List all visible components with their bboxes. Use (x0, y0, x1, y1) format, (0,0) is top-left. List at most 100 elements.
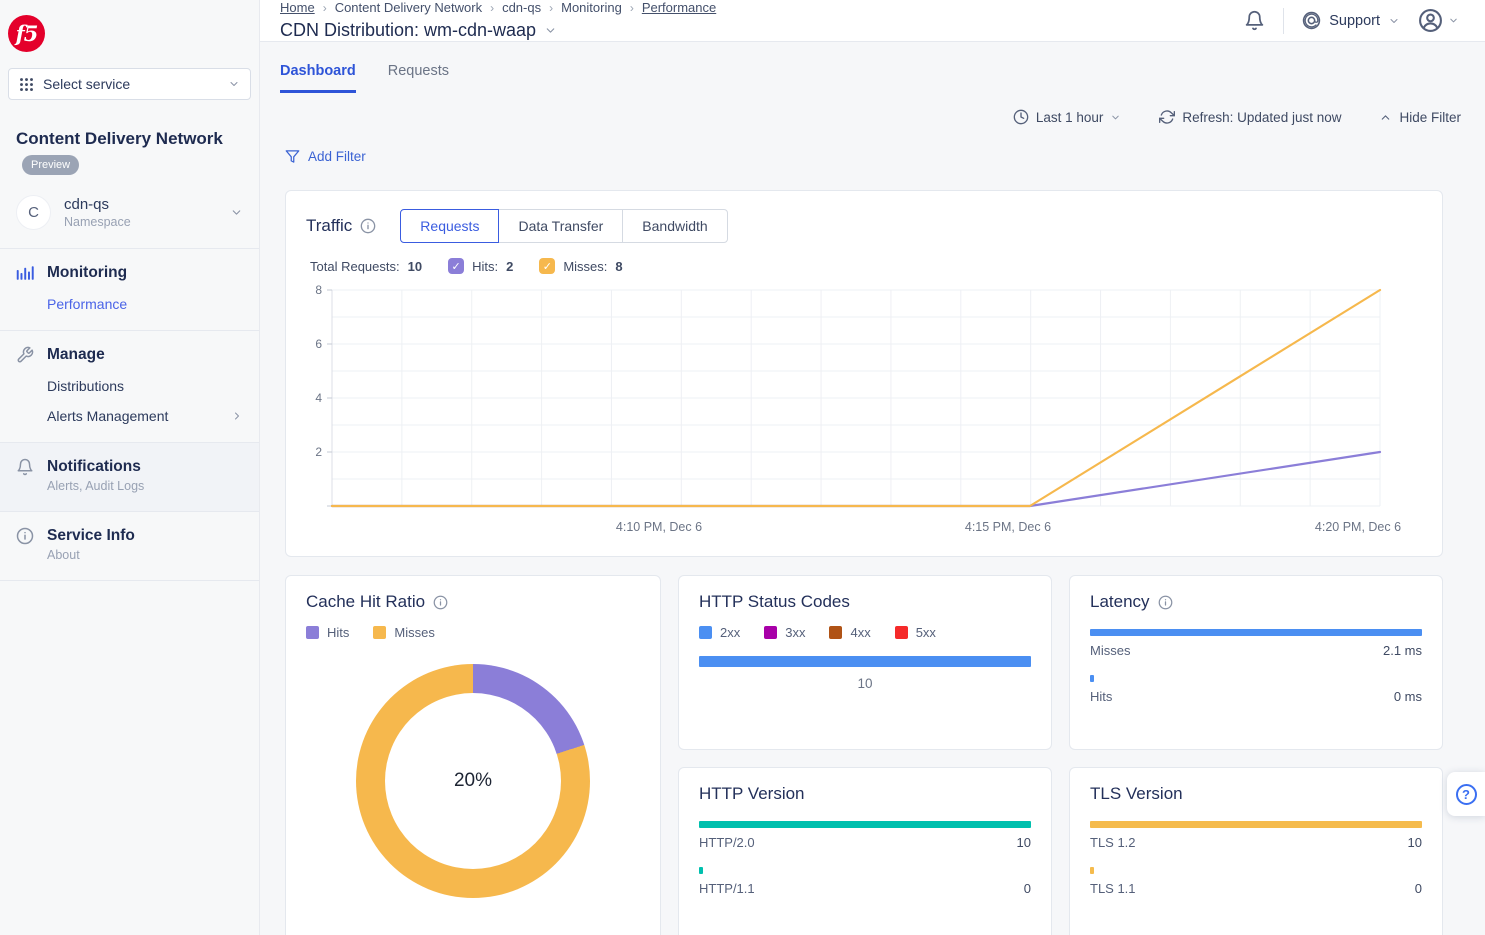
2xx-swatch (699, 626, 712, 639)
refresh-label: Refresh: Updated just now (1182, 110, 1341, 125)
latency-panel: Latency Misses2.1 ms Hits0 ms (1069, 575, 1443, 750)
info-icon[interactable] (433, 595, 448, 610)
legend-misses: Misses (373, 625, 434, 640)
status-2xx-bar (699, 656, 1031, 667)
http-version-title: HTTP Version (699, 784, 1031, 804)
sidebar-item-performance[interactable]: Performance (47, 296, 243, 312)
traffic-mode-requests[interactable]: Requests (400, 209, 499, 243)
sidebar-item-manage[interactable]: Manage (47, 346, 105, 364)
tls-version-title: TLS Version (1090, 784, 1422, 804)
namespace-type: Namespace (64, 215, 131, 229)
hits-checkbox[interactable]: ✓ (448, 258, 464, 274)
tab-dashboard[interactable]: Dashboard (280, 63, 356, 93)
sidebar-item-service-info[interactable]: Service Info (47, 527, 135, 545)
hide-filter-label: Hide Filter (1399, 110, 1461, 125)
http-status-codes-panel: HTTP Status Codes 2xx 3xx 4xx 5xx 10 (678, 575, 1052, 750)
http-status-codes-title: HTTP Status Codes (699, 592, 1031, 612)
cache-hit-percent: 20% (356, 664, 590, 898)
user-avatar-menu[interactable] (1418, 8, 1459, 33)
traffic-title: Traffic (306, 216, 352, 236)
svg-text:6: 6 (315, 337, 322, 351)
misses-checkbox[interactable]: ✓ (539, 258, 555, 274)
bar-chart-icon (16, 264, 34, 282)
sidebar-item-distributions[interactable]: Distributions (47, 378, 243, 394)
sidebar-item-alerts-management[interactable]: Alerts Management (47, 408, 243, 424)
info-icon[interactable] (1158, 595, 1173, 610)
namespace-selector[interactable]: C cdn-qs Namespace (0, 183, 259, 248)
latency-hits-row: Hits0 ms (1090, 675, 1422, 704)
support-menu[interactable]: Support (1302, 11, 1400, 30)
breadcrumb-monitoring[interactable]: Monitoring (561, 0, 622, 15)
bell-icon (16, 458, 34, 476)
hits-swatch (306, 626, 319, 639)
breadcrumb-separator: › (549, 1, 553, 15)
breadcrumb-separator: › (323, 1, 327, 15)
page-tabs: Dashboard Requests (260, 42, 1485, 93)
tls12-bar (1090, 821, 1422, 828)
f5-logo: f5 (8, 15, 45, 52)
hits-toggle: ✓ Hits:2 (448, 258, 513, 274)
info-icon[interactable] (360, 218, 376, 234)
breadcrumb-namespace[interactable]: cdn-qs (502, 0, 541, 15)
breadcrumb-performance[interactable]: Performance (642, 0, 716, 15)
preview-badge: Preview (22, 155, 79, 176)
time-range-select[interactable]: Last 1 hour (1013, 109, 1122, 125)
sidebar-section-manage: Manage Distributions Alerts Management (0, 330, 259, 442)
help-button[interactable]: ? (1447, 772, 1485, 816)
4xx-swatch (829, 626, 842, 639)
sidebar: f5 Select service Content Delivery Netwo… (0, 0, 260, 935)
traffic-mode-bandwidth[interactable]: Bandwidth (622, 209, 727, 243)
misses-swatch (373, 626, 386, 639)
misses-toggle: ✓ Misses:8 (539, 258, 622, 274)
traffic-mode-data-transfer[interactable]: Data Transfer (498, 209, 623, 243)
chevron-down-icon (228, 78, 240, 90)
svg-text:4:20 PM, Dec 6: 4:20 PM, Dec 6 (1315, 520, 1401, 534)
svg-text:4:10 PM, Dec 6: 4:10 PM, Dec 6 (616, 520, 702, 534)
http2-row: HTTP/2.010 (699, 821, 1031, 850)
namespace-name: cdn-qs (64, 196, 131, 213)
tls12-row: TLS 1.210 (1090, 821, 1422, 850)
sidebar-section-notifications[interactable]: Notifications Alerts, Audit Logs (0, 442, 259, 511)
refresh-button[interactable]: Refresh: Updated just now (1159, 109, 1341, 125)
sidebar-section-monitoring: Monitoring Performance (0, 248, 259, 330)
sidebar-item-monitoring[interactable]: Monitoring (47, 264, 127, 282)
total-requests-stat: Total Requests:10 (310, 259, 422, 274)
latency-hits-bar (1090, 675, 1094, 682)
main-area: Home › Content Delivery Network › cdn-qs… (260, 0, 1485, 935)
page-title: CDN Distribution: wm-cdn-waap (280, 20, 536, 41)
svg-text:4:15 PM, Dec 6: 4:15 PM, Dec 6 (965, 520, 1051, 534)
chevron-down-icon (230, 206, 243, 219)
legend-hits: Hits (306, 625, 349, 640)
breadcrumb-separator: › (630, 1, 634, 15)
latency-title: Latency (1090, 592, 1150, 612)
breadcrumb-cdn[interactable]: Content Delivery Network (335, 0, 482, 15)
legend-2xx: 2xx (699, 625, 740, 640)
info-icon (16, 527, 34, 545)
traffic-panel: Traffic Requests Data Transfer Bandwidth… (285, 190, 1443, 557)
chevron-right-icon (231, 410, 243, 422)
svg-text:2: 2 (315, 445, 322, 459)
hide-filter-button[interactable]: Hide Filter (1379, 110, 1461, 125)
apps-grid-icon (19, 77, 34, 92)
svg-text:4: 4 (315, 391, 322, 405)
add-filter-button[interactable]: Add Filter (285, 149, 366, 164)
select-service-dropdown[interactable]: Select service (8, 68, 251, 100)
breadcrumb-separator: › (490, 1, 494, 15)
traffic-line-chart: 2 4 6 8 4:10 PM, Dec 6 4:15 PM, Dec 6 4:20 PM,… (306, 280, 1422, 538)
header-divider (1283, 8, 1284, 34)
3xx-swatch (764, 626, 777, 639)
http2-bar (699, 821, 1031, 828)
chevron-down-icon[interactable] (544, 24, 557, 37)
tab-requests[interactable]: Requests (388, 63, 449, 93)
cache-hit-ratio-title: Cache Hit Ratio (306, 592, 425, 612)
sidebar-section-service-info[interactable]: Service Info About (0, 511, 259, 580)
notifications-bell-icon[interactable] (1244, 10, 1265, 31)
breadcrumb: Home › Content Delivery Network › cdn-qs… (280, 0, 716, 15)
breadcrumb-home[interactable]: Home (280, 0, 315, 15)
latency-misses-bar (1090, 629, 1422, 636)
notifications-subtitle: Alerts, Audit Logs (47, 479, 243, 493)
product-title: Content Delivery NetworkPreview (0, 104, 259, 183)
add-filter-label: Add Filter (308, 149, 366, 164)
sidebar-item-notifications[interactable]: Notifications (47, 458, 141, 476)
svg-text:8: 8 (315, 283, 322, 297)
